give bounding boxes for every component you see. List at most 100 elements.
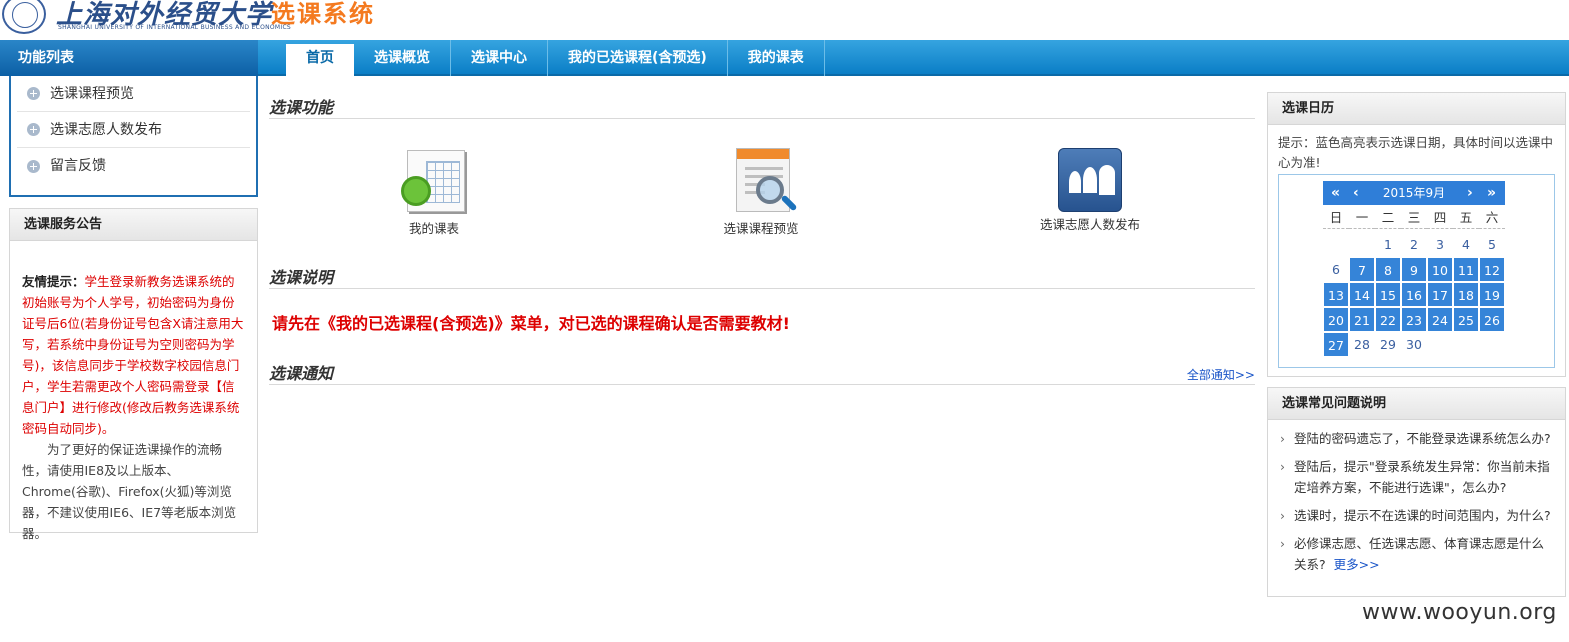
calendar-day[interactable]: 24 [1427, 307, 1453, 332]
weekday-label: 三 [1401, 207, 1427, 229]
calendar-day[interactable]: 22 [1375, 307, 1401, 332]
faq-item[interactable]: 选课时，提示不在选课的时间范围内，为什么? [1280, 505, 1555, 526]
calendar-empty-cell [1453, 332, 1479, 357]
magnifier-document-icon [728, 146, 798, 214]
calendar-day[interactable]: 15 [1375, 282, 1401, 307]
calendar-day[interactable]: 8 [1375, 257, 1401, 282]
weekday-label: 日 [1323, 207, 1349, 229]
function-volunteer-count[interactable]: 选课志愿人数发布 [1036, 146, 1144, 233]
tab-course-center[interactable]: 选课中心 [451, 40, 548, 76]
next-month-button[interactable]: › [1467, 181, 1473, 205]
section-title-notices: 选课通知 [269, 360, 1255, 385]
calendar-day[interactable]: 26 [1479, 307, 1505, 332]
calendar-day[interactable]: 9 [1401, 257, 1427, 282]
tip-browser-text: 为了更好的保证选课操作的流畅性，请使用IE8及以上版本、Chrome(谷歌)、F… [22, 442, 237, 541]
tip-label: 友情提示： [22, 274, 85, 289]
tab-overview[interactable]: 选课概览 [354, 40, 451, 76]
calendar-week-row: 13 14 15 16 17 18 19 [1323, 282, 1505, 307]
calendar-day[interactable]: 14 [1349, 282, 1375, 307]
calendar-day[interactable]: 23 [1401, 307, 1427, 332]
users-group-icon [1057, 146, 1123, 212]
calendar-day[interactable]: 7 [1349, 257, 1375, 282]
weekday-label: 四 [1427, 207, 1453, 229]
weekday-label: 一 [1349, 207, 1375, 229]
calendar-day: 6 [1332, 262, 1340, 277]
sidebar-item-label: 选课课程预览 [50, 85, 134, 102]
weekday-label: 二 [1375, 207, 1401, 229]
calendar-day: 30 [1406, 337, 1422, 352]
calendar-week-row: 6 7 8 9 10 11 12 [1323, 257, 1505, 282]
sidebar-item-label: 选课志愿人数发布 [50, 121, 162, 138]
tab-my-timetable[interactable]: 我的课表 [728, 40, 825, 76]
header: 上海对外经贸大学 SHANGHAI UNIVERSITY OF INTERNAT… [0, 0, 1569, 40]
calendar-week-row: 27 28 29 30 [1323, 332, 1505, 357]
sidebar-item-volunteer-count[interactable]: 选课志愿人数发布 [17, 112, 250, 148]
calendar-day[interactable]: 11 [1453, 257, 1479, 282]
faq-more-link[interactable]: 更多>> [1334, 557, 1380, 572]
tab-home[interactable]: 首页 [286, 44, 354, 76]
plus-circle-icon [27, 87, 40, 100]
system-title: 选课系统 [271, 0, 375, 28]
faq-item-last[interactable]: 必修课志愿、任选课志愿、体育课志愿是什么关系?更多>> [1280, 533, 1555, 575]
calendar-day[interactable]: 10 [1427, 257, 1453, 282]
calendar-day[interactable]: 19 [1479, 282, 1505, 307]
tab-my-selected-courses[interactable]: 我的已选课程(含预选) [548, 40, 728, 76]
next-year-button[interactable]: » [1487, 181, 1496, 205]
sidebar-item-feedback[interactable]: 留言反馈 [17, 148, 250, 184]
function-list: 选课课程预览 选课志愿人数发布 留言反馈 [9, 76, 258, 197]
calendar-weekday-row: 日 一 二 三 四 五 六 [1323, 207, 1505, 232]
calendar-week-row: 20 21 22 23 24 25 26 [1323, 307, 1505, 332]
sidebar-item-label: 留言反馈 [50, 158, 106, 174]
function-my-timetable[interactable]: 我的课表 [394, 146, 474, 237]
calendar-day: 4 [1462, 237, 1470, 252]
timetable-icon [401, 146, 467, 214]
calendar-widget: « ‹ 2015年9月 › » 日 一 二 三 四 五 六 1234567891… [1278, 174, 1555, 368]
function-label: 选课志愿人数发布 [1039, 217, 1140, 232]
calendar-day[interactable]: 12 [1479, 257, 1505, 282]
calendar-day: 29 [1380, 337, 1396, 352]
faq-item-text: 必修课志愿、任选课志愿、体育课志愿是什么关系? [1294, 536, 1545, 572]
calendar-empty-cell [1349, 232, 1375, 257]
calendar-empty-cell [1323, 232, 1349, 257]
panel-title: 选课常见问题说明 [1268, 388, 1565, 420]
calendar-month-label: 2015年9月 [1382, 186, 1446, 200]
calendar-day[interactable]: 18 [1453, 282, 1479, 307]
main-navbar: 功能列表 首页 选课概览 选课中心 我的已选课程(含预选) 我的课表 [0, 40, 1569, 76]
nav-tabs: 首页 选课概览 选课中心 我的已选课程(含预选) 我的课表 [286, 40, 825, 76]
calendar-day[interactable]: 17 [1427, 282, 1453, 307]
course-note-text: 请先在《我的已选课程(含预选)》菜单，对已选的课程确认是否需要教材! [272, 314, 790, 333]
section-title-functions: 选课功能 [269, 94, 1255, 119]
university-logo-english: SHANGHAI UNIVERSITY OF INTERNATIONAL BUS… [58, 24, 292, 31]
faq-list: 登陆的密码遗忘了，不能登录选课系统怎么办? 登陆后，提示"登录系统发生异常：你当… [1268, 420, 1565, 575]
function-course-preview[interactable]: 选课课程预览 [716, 146, 806, 237]
weekday-label: 五 [1453, 207, 1479, 229]
panel-title: 选课服务公告 [10, 209, 257, 241]
all-notices-link[interactable]: 全部通知>> [1187, 366, 1255, 383]
faq-item[interactable]: 登陆后，提示"登录系统发生异常：你当前未指定培养方案，不能进行选课"，怎么办? [1280, 456, 1555, 498]
university-seal-logo [2, 0, 46, 34]
service-announcement-panel: 选课服务公告 友情提示：学生登录新教务选课系统的初始账号为个人学号，初始密码为身… [9, 208, 258, 541]
calendar-day[interactable]: 25 [1453, 307, 1479, 332]
calendar-empty-cell [1479, 332, 1505, 357]
calendar-day[interactable]: 21 [1349, 307, 1375, 332]
course-calendar-panel: 选课日历 提示：蓝色高亮表示选课日期，具体时间以选课中心为准! « ‹ 2015… [1267, 92, 1566, 377]
faq-panel: 选课常见问题说明 登陆的密码遗忘了，不能登录选课系统怎么办? 登陆后，提示"登录… [1267, 387, 1566, 597]
section-title-notes: 选课说明 [269, 264, 1255, 289]
watermark: www.wooyun.org [1362, 600, 1557, 625]
calendar-day: 1 [1384, 237, 1392, 252]
calendar-day[interactable]: 13 [1323, 282, 1349, 307]
calendar-day: 5 [1488, 237, 1496, 252]
sidebar-item-course-preview[interactable]: 选课课程预览 [17, 76, 250, 112]
calendar-day: 3 [1436, 237, 1444, 252]
calendar-week-row: 1 2 3 4 5 [1323, 232, 1505, 257]
panel-title: 选课日历 [1268, 93, 1565, 125]
function-label: 选课课程预览 [723, 221, 799, 236]
calendar-tip: 提示：蓝色高亮表示选课日期，具体时间以选课中心为准! [1278, 135, 1554, 170]
function-label: 我的课表 [408, 221, 459, 236]
plus-circle-icon [27, 159, 40, 173]
calendar-day[interactable]: 20 [1323, 307, 1349, 332]
calendar-day[interactable]: 27 [1323, 332, 1349, 357]
faq-item[interactable]: 登陆的密码遗忘了，不能登录选课系统怎么办? [1280, 428, 1555, 449]
calendar-day[interactable]: 16 [1401, 282, 1427, 307]
tip-red-text: 学生登录新教务选课系统的初始账号为个人学号，初始密码为身份证号后6位(若身份证号… [22, 274, 244, 436]
